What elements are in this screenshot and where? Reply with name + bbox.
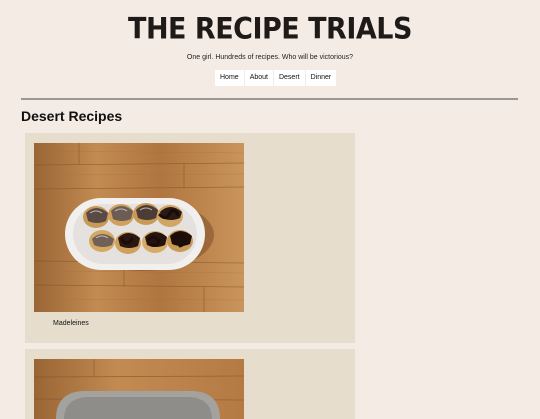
recipe-caption: Madeleines [53, 320, 89, 327]
section-title: Desert Recipes [21, 108, 123, 124]
nav-home[interactable]: Home [215, 70, 244, 86]
site-title: THE RECIPE TRIALS [128, 12, 412, 47]
main-nav: Home About Desert Dinner [215, 70, 337, 86]
header-divider [21, 98, 518, 100]
nav-dinner[interactable]: Dinner [305, 70, 337, 86]
nav-about[interactable]: About [244, 70, 273, 86]
recipe-card[interactable]: Madeleines [25, 133, 355, 343]
recipe-card[interactable] [25, 349, 355, 419]
madeleines-photo[interactable] [34, 143, 244, 312]
recipe-photo[interactable] [34, 359, 244, 419]
site-tagline: One girl. Hundreds of recipes. Who will … [186, 54, 354, 61]
nav-desert[interactable]: Desert [273, 70, 305, 86]
